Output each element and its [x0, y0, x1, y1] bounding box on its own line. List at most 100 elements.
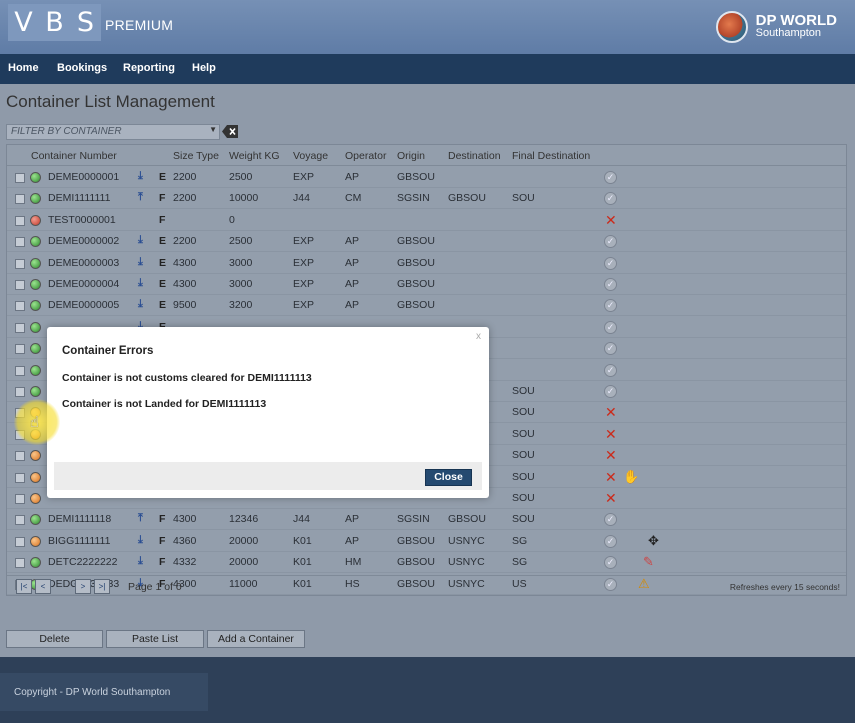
nav-bookings[interactable]: Bookings	[57, 62, 107, 74]
check-circle-icon[interactable]: ✓	[604, 385, 617, 398]
status-green-icon[interactable]	[30, 557, 41, 569]
status-orange-icon[interactable]	[30, 450, 41, 462]
nav-reporting[interactable]: Reporting	[123, 62, 175, 74]
status-green-icon[interactable]	[30, 172, 41, 183]
col-weight[interactable]: Weight KG	[229, 150, 280, 162]
row-checkbox[interactable]	[15, 173, 25, 183]
red-x-icon[interactable]: ✕	[605, 212, 617, 229]
row-checkbox[interactable]	[15, 215, 25, 226]
status-orange-icon[interactable]	[30, 535, 41, 547]
next-page-button[interactable]: >	[75, 579, 91, 594]
check-circle-icon[interactable]: ✓	[604, 171, 617, 184]
table-row[interactable]: DEMI1111118 ⤒ F 4300 12346 J44 AP SGSIN GBSOU SOU…	[7, 509, 846, 531]
table-row[interactable]: DEME0000005 ⤓ E 9500 3200 EXP AP GBSOU ✓	[7, 295, 846, 317]
close-button[interactable]: Close	[425, 469, 472, 486]
clear-filter-icon[interactable]	[222, 125, 238, 138]
status-green-icon[interactable]	[30, 364, 41, 376]
first-page-button[interactable]: |<	[16, 579, 32, 594]
container-number[interactable]: DEME0000004	[48, 278, 119, 290]
red-x-icon[interactable]: ✕	[605, 469, 617, 486]
check-circle-icon[interactable]: ✓	[604, 299, 617, 313]
row-checkbox[interactable]	[15, 301, 25, 312]
col-size-type[interactable]: Size Type	[173, 150, 219, 162]
container-number[interactable]: DEME0000005	[48, 299, 119, 311]
col-final-destination[interactable]: Final Destination	[512, 150, 590, 162]
table-row[interactable]: BIGG1111111 ⤓ F 4360 20000 K01 AP GBSOU USNYC SG ✓…	[7, 531, 846, 552]
container-number[interactable]: DEME0000001	[48, 171, 119, 183]
row-checkbox[interactable]	[15, 258, 25, 269]
check-circle-icon[interactable]: ✓	[604, 556, 617, 570]
dropdown-arrow-icon[interactable]: ▼	[209, 125, 217, 134]
row-checkbox[interactable]	[15, 558, 25, 569]
move-icon[interactable]: ✥	[648, 533, 659, 549]
row-checkbox[interactable]	[15, 194, 25, 205]
table-row[interactable]: DETC2222222 ⤓ F 4332 20000 K01 HM GBSOU USNYC SG ✓…	[7, 552, 846, 574]
row-checkbox[interactable]	[15, 387, 25, 397]
container-number[interactable]: DEMI1111111	[48, 192, 110, 204]
status-red-icon[interactable]	[30, 214, 41, 226]
table-row[interactable]: DEMI1111111 ⤒ F 2200 10000 J44 CM SGSIN GBSOU SOU…	[7, 188, 846, 210]
table-row[interactable]: DEME0000001 ⤓ E 2200 2500 EXP AP GBSOU ✓	[7, 167, 846, 188]
row-checkbox[interactable]	[15, 322, 25, 333]
table-row[interactable]: DEME0000002 ⤓ E 2200 2500 EXP AP GBSOU ✓	[7, 231, 846, 253]
container-number[interactable]: DEMI1111118	[48, 513, 111, 525]
status-green-icon[interactable]	[30, 386, 41, 397]
status-orange-icon[interactable]	[30, 471, 41, 483]
row-checkbox[interactable]	[15, 536, 25, 547]
status-green-icon[interactable]	[30, 300, 41, 312]
table-row[interactable]: TEST0000001 F 0 ✕	[7, 210, 846, 231]
table-row[interactable]: DEME0000003 ⤓ E 4300 3000 EXP AP GBSOU ✓	[7, 253, 846, 274]
status-green-icon[interactable]	[30, 193, 41, 205]
paste-list-button[interactable]: Paste List	[106, 630, 204, 648]
status-orange-icon[interactable]	[30, 493, 41, 504]
row-checkbox[interactable]	[15, 472, 25, 483]
prev-page-button[interactable]: <	[35, 579, 51, 594]
check-circle-icon[interactable]: ✓	[604, 235, 617, 249]
check-circle-icon[interactable]: ✓	[604, 342, 617, 356]
status-green-icon[interactable]	[30, 236, 41, 248]
nav-help[interactable]: Help	[192, 62, 216, 74]
status-green-icon[interactable]	[30, 321, 41, 333]
col-origin[interactable]: Origin	[397, 150, 425, 162]
row-checkbox[interactable]	[15, 451, 25, 462]
container-number[interactable]: DEME0000003	[48, 257, 119, 269]
check-circle-icon[interactable]: ✓	[604, 320, 617, 334]
row-checkbox[interactable]	[15, 365, 25, 376]
status-green-icon[interactable]	[30, 257, 41, 269]
delete-button[interactable]: Delete	[6, 630, 103, 648]
row-checkbox[interactable]	[15, 237, 25, 248]
check-circle-icon[interactable]: ✓	[604, 278, 617, 291]
container-number[interactable]: DEME0000002	[48, 235, 119, 247]
last-page-button[interactable]: >|	[94, 579, 110, 594]
red-x-icon[interactable]: ✕	[605, 490, 617, 507]
status-green-icon[interactable]	[30, 514, 41, 526]
container-filter-input[interactable]: FILTER BY CONTAINER ▼	[6, 124, 220, 140]
status-green-icon[interactable]	[30, 279, 41, 290]
pencil-icon[interactable]: ✎	[643, 554, 654, 570]
red-x-icon[interactable]: ✕	[605, 426, 617, 443]
nav-home[interactable]: Home	[8, 62, 39, 74]
row-checkbox[interactable]	[15, 494, 25, 504]
container-number[interactable]: DETC2222222	[48, 556, 117, 568]
table-row[interactable]: DEME0000004 ⤓ E 4300 3000 EXP AP GBSOU ✓	[7, 274, 846, 295]
red-x-icon[interactable]: ✕	[605, 404, 617, 421]
row-checkbox[interactable]	[15, 280, 25, 290]
add-container-button[interactable]: Add a Container	[207, 630, 305, 648]
check-circle-icon[interactable]: ✓	[604, 513, 617, 527]
status-green-icon[interactable]	[30, 343, 41, 355]
container-number[interactable]: TEST0000001	[48, 214, 116, 226]
check-circle-icon[interactable]: ✓	[604, 534, 617, 548]
check-circle-icon[interactable]: ✓	[604, 256, 617, 270]
row-checkbox[interactable]	[15, 344, 25, 355]
check-circle-icon[interactable]: ✓	[604, 363, 617, 377]
col-voyage[interactable]: Voyage	[293, 150, 328, 162]
col-container-number[interactable]: Container Number	[31, 150, 117, 162]
check-circle-icon[interactable]: ✓	[604, 192, 617, 206]
container-number[interactable]: BIGG1111111	[48, 535, 110, 547]
red-x-icon[interactable]: ✕	[605, 447, 617, 464]
col-operator[interactable]: Operator	[345, 150, 386, 162]
close-icon[interactable]: x	[476, 331, 481, 342]
hand-icon[interactable]: ✋	[623, 469, 639, 485]
row-checkbox[interactable]	[15, 515, 25, 526]
col-destination[interactable]: Destination	[448, 150, 501, 162]
